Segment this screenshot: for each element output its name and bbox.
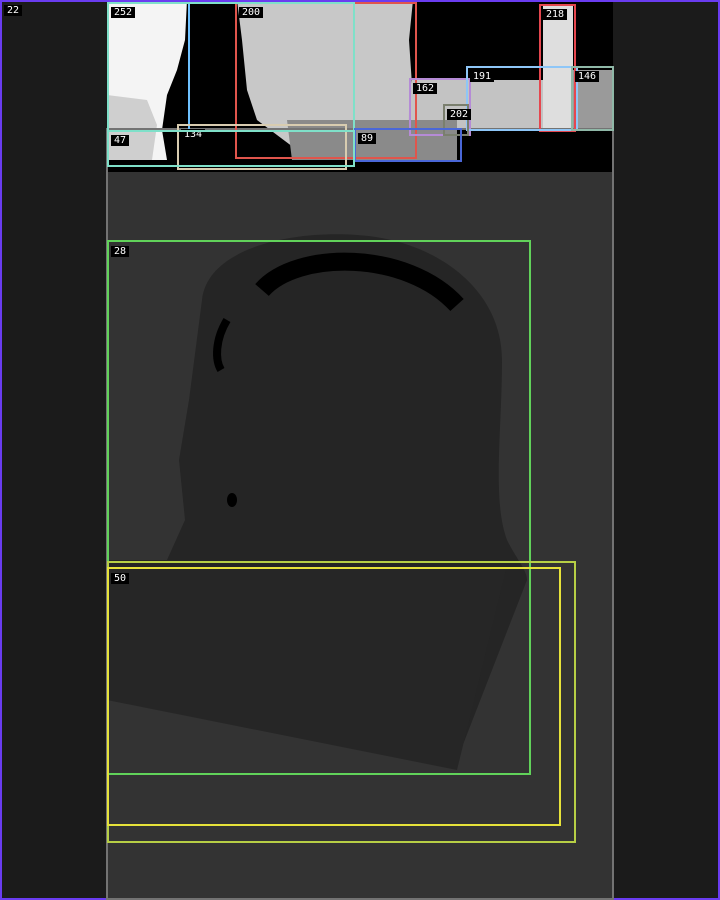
annotation-box-89: 89 — [354, 128, 462, 162]
annotation-label-162: 162 — [413, 83, 438, 94]
annotation-box-191: 191 — [466, 66, 578, 131]
annotation-label-50: 50 — [111, 573, 130, 584]
annotation-label-202: 202 — [447, 109, 472, 120]
annotation-label-22: 22 — [4, 5, 23, 16]
screenshot-frame: 22 252 200 218 162 191 146 202 89 134 47… — [0, 0, 720, 900]
annotation-box-146: 146 — [571, 66, 614, 131]
annotation-label-146: 146 — [575, 71, 600, 82]
annotation-box-47-inner: 47 — [107, 130, 355, 167]
annotation-label-218: 218 — [543, 9, 568, 20]
annotation-label-28: 28 — [111, 246, 130, 257]
annotation-label-89: 89 — [358, 133, 377, 144]
annotation-box-50: 50 — [107, 567, 561, 826]
annotation-label-191: 191 — [470, 71, 495, 82]
annotation-label-47: 47 — [111, 135, 130, 146]
